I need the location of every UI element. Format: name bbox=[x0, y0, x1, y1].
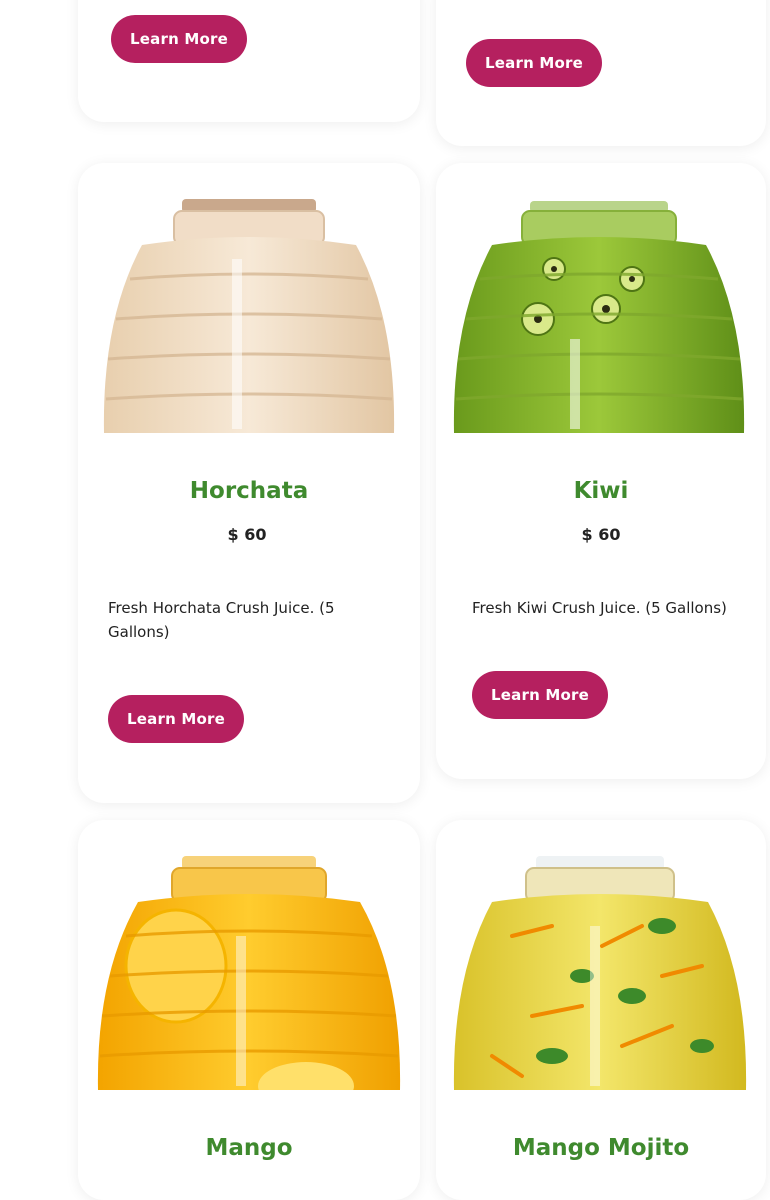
product-card-mango-mojito: Mango Mojito bbox=[436, 820, 766, 1200]
product-title: Mango bbox=[205, 1135, 293, 1161]
learn-more-button[interactable]: Learn More bbox=[108, 695, 244, 743]
product-title: Horchata bbox=[189, 478, 309, 504]
mango-mojito-jar-image bbox=[453, 856, 747, 1090]
product-title: Mango Mojito bbox=[512, 1135, 690, 1161]
product-card: Learn More bbox=[78, 0, 420, 122]
product-description: Fresh Horchata Crush Juice. (5 Gallons) bbox=[108, 599, 335, 641]
learn-more-button[interactable]: Learn More bbox=[472, 671, 608, 719]
product-description: Fresh Kiwi Crush Juice. (5 Gallons) bbox=[472, 599, 727, 617]
product-price: $ 60 bbox=[227, 525, 267, 544]
mango-jar-image bbox=[97, 856, 401, 1090]
product-card-mango: Mango bbox=[78, 820, 420, 1200]
product-price: $ 60 bbox=[581, 525, 621, 544]
product-card: Learn More bbox=[436, 0, 766, 146]
horchata-jar-image bbox=[103, 199, 395, 433]
learn-more-button[interactable]: Learn More bbox=[466, 39, 602, 87]
learn-more-button[interactable]: Learn More bbox=[111, 15, 247, 63]
kiwi-jar-image bbox=[453, 201, 745, 433]
product-card-kiwi: Kiwi $ 60 Fresh Kiwi Crush Juice. (5 Gal… bbox=[436, 163, 766, 779]
product-card-horchata: Horchata $ 60 Fresh Horchata Crush Juice… bbox=[78, 163, 420, 803]
product-title: Kiwi bbox=[573, 478, 629, 504]
